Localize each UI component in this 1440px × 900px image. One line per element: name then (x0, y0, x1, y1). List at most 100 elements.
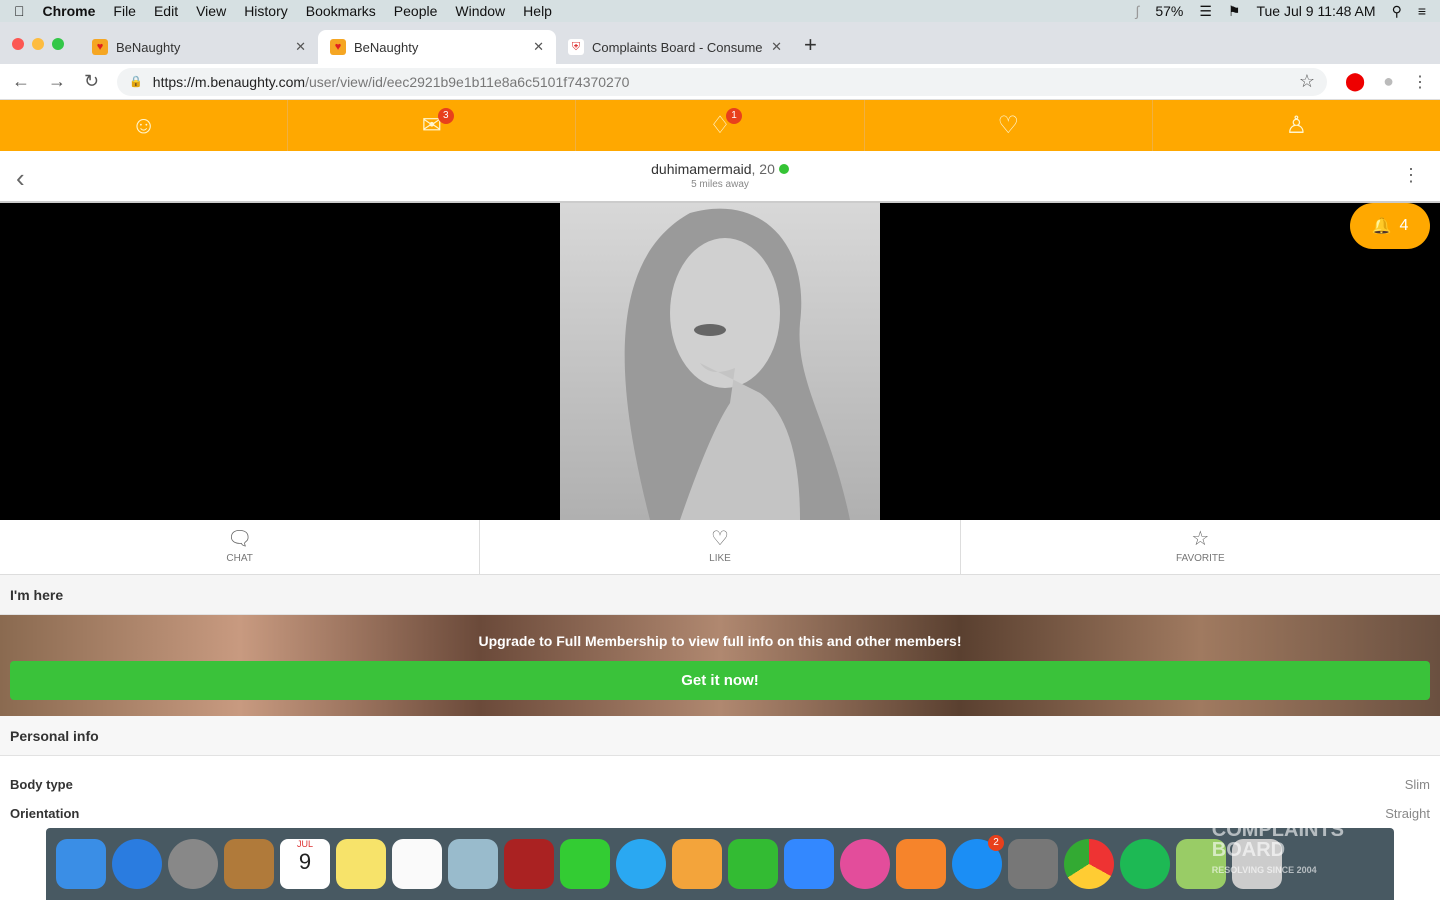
profile-avatar[interactable]: ● (1383, 71, 1394, 92)
watermark-tag: RESOLVING SINCE 2004 (1211, 865, 1317, 875)
distance: 5 miles away (691, 179, 749, 190)
flag-icon[interactable]: ⚑ (1228, 3, 1241, 20)
wifi-icon[interactable]: ☰ (1199, 3, 1212, 20)
facetime-icon[interactable] (560, 839, 610, 889)
ibooks-icon[interactable] (896, 839, 946, 889)
spotify-icon[interactable] (1120, 839, 1170, 889)
watermark-line1: COMPLAINTS (1211, 819, 1344, 841)
menu-help[interactable]: Help (523, 3, 552, 19)
keynote-icon[interactable] (784, 839, 834, 889)
new-tab-button[interactable]: + (804, 32, 817, 58)
upgrade-banner: Upgrade to Full Membership to view full … (0, 615, 1440, 716)
nav-likes[interactable]: ♡ (865, 100, 1153, 151)
like-button[interactable]: ♡ LIKE (480, 520, 961, 574)
spotlight-icon[interactable]: ⚲ (1392, 3, 1402, 20)
notes-icon[interactable] (336, 839, 386, 889)
star-icon: ☆ (1191, 528, 1210, 550)
tab-benaughty-2[interactable]: ♥ BeNaughty ✕ (318, 30, 556, 64)
like-label: LIKE (709, 553, 731, 564)
url-input[interactable]: 🔒 https://m.benaughty.com/user/view/id/ee… (117, 67, 1327, 96)
menu-file[interactable]: File (113, 3, 136, 19)
upgrade-text: Upgrade to Full Membership to view full … (478, 633, 962, 649)
nav-notifications[interactable]: ♢ 1 (576, 100, 865, 151)
menu-app[interactable]: Chrome (43, 3, 96, 19)
chrome-menu-icon[interactable]: ⋮ (1412, 72, 1428, 92)
nav-profile[interactable]: ♙ (1153, 100, 1440, 151)
minimize-window-button[interactable] (32, 38, 44, 50)
app-store-icon[interactable]: 2 (952, 835, 1004, 889)
get-it-now-button[interactable]: Get it now! (10, 661, 1430, 700)
photo-booth-icon[interactable] (504, 839, 554, 889)
messages-icon[interactable] (616, 839, 666, 889)
safari-icon[interactable] (112, 839, 162, 889)
close-tab-icon[interactable]: ✕ (295, 39, 306, 55)
app-store-badge: 2 (988, 835, 1004, 851)
clock[interactable]: Tue Jul 9 11:48 AM (1256, 3, 1375, 19)
back-icon[interactable]: ← (12, 71, 30, 92)
close-tab-icon[interactable]: ✕ (533, 39, 544, 55)
info-key: Orientation (10, 806, 80, 821)
back-chevron-icon[interactable]: ‹ (16, 163, 25, 194)
contacts-icon[interactable] (224, 839, 274, 889)
profile-header: ‹ duhimamermaid, 20 5 miles away ⋮ (0, 151, 1440, 203)
calendar-day: 9 (298, 849, 312, 874)
menu-people[interactable]: People (394, 3, 438, 19)
info-key: Body type (10, 777, 73, 792)
tab-title: BeNaughty (116, 39, 181, 55)
apple-icon[interactable]:  (14, 3, 25, 19)
lock-icon: 🔒 (129, 76, 143, 88)
tab-title: Complaints Board - Consumer (592, 39, 762, 55)
notification-center-icon[interactable]: ≡ (1418, 3, 1426, 19)
bookmark-star-icon[interactable]: ☆ (1299, 71, 1315, 92)
profile-photo-area: 🔔 4 (0, 203, 1440, 520)
chrome-icon[interactable] (1064, 839, 1114, 889)
benaughty-favicon: ♥ (330, 39, 346, 55)
calendar-month: JUL (296, 839, 313, 849)
site-top-nav: ☺ ✉ 3 ♢ 1 ♡ ♙ (0, 100, 1440, 151)
bell-count: 4 (1399, 217, 1409, 234)
favorite-button[interactable]: ☆ FAVORITE (961, 520, 1440, 574)
chat-button[interactable]: 🗨 CHAT (0, 520, 481, 574)
adblock-extension-icon[interactable]: ⬤ (1345, 71, 1365, 92)
menu-edit[interactable]: Edit (154, 3, 178, 19)
chat-label: CHAT (226, 553, 253, 564)
reminders-icon[interactable] (392, 839, 442, 889)
macos-menubar:  Chrome File Edit View History Bookmark… (0, 0, 1440, 22)
pages-icon[interactable] (672, 839, 722, 889)
hearts-icon: ♡ (997, 112, 1019, 139)
menu-view[interactable]: View (196, 3, 226, 19)
finder-icon[interactable] (56, 839, 106, 889)
tab-benaughty-1[interactable]: ♥ BeNaughty ✕ (80, 30, 318, 64)
launchpad-icon[interactable] (168, 839, 218, 889)
nav-messages[interactable]: ✉ 3 (288, 100, 577, 151)
reload-icon[interactable]: ↻ (84, 71, 99, 92)
more-options-icon[interactable]: ⋮ (1402, 165, 1420, 186)
forward-icon[interactable]: → (48, 71, 66, 92)
itunes-icon[interactable] (840, 839, 890, 889)
info-row-body-type: Body type Slim (0, 770, 1440, 799)
zoom-window-button[interactable] (52, 38, 64, 50)
preview-icon[interactable] (448, 839, 498, 889)
nav-search[interactable]: ☺ (0, 100, 289, 151)
menu-window[interactable]: Window (455, 3, 505, 19)
notifications-badge: 1 (726, 108, 742, 124)
tab-complaints-board[interactable]: ⛨ Complaints Board - Consumer ✕ (556, 30, 794, 64)
system-preferences-icon[interactable] (1008, 839, 1058, 889)
info-value: Slim (1404, 777, 1430, 792)
bluetooth-icon[interactable]: ∫ (1135, 3, 1139, 19)
menu-bookmarks[interactable]: Bookmarks (306, 3, 376, 19)
menu-history[interactable]: History (244, 3, 288, 19)
notifications-bell-button[interactable]: 🔔 4 (1350, 203, 1430, 249)
section-personal-info: Personal info (0, 716, 1440, 756)
macos-dock: JUL 9 2 COMPLAINTS BOARD RESOLVING SINCE 20… (46, 820, 1394, 900)
favorite-label: FAVORITE (1175, 553, 1225, 564)
watermark-line2: BOARD (1211, 839, 1286, 861)
calendar-icon[interactable]: JUL 9 (280, 839, 330, 889)
battery-status[interactable]: 57% (1155, 3, 1183, 19)
chat-bubble-icon: 🗨 (226, 528, 253, 550)
close-tab-icon[interactable]: ✕ (771, 39, 782, 55)
placeholder-avatar-image[interactable] (560, 203, 880, 520)
close-window-button[interactable] (12, 38, 24, 50)
numbers-icon[interactable] (728, 839, 778, 889)
bell-icon: 🔔 (1371, 218, 1392, 235)
